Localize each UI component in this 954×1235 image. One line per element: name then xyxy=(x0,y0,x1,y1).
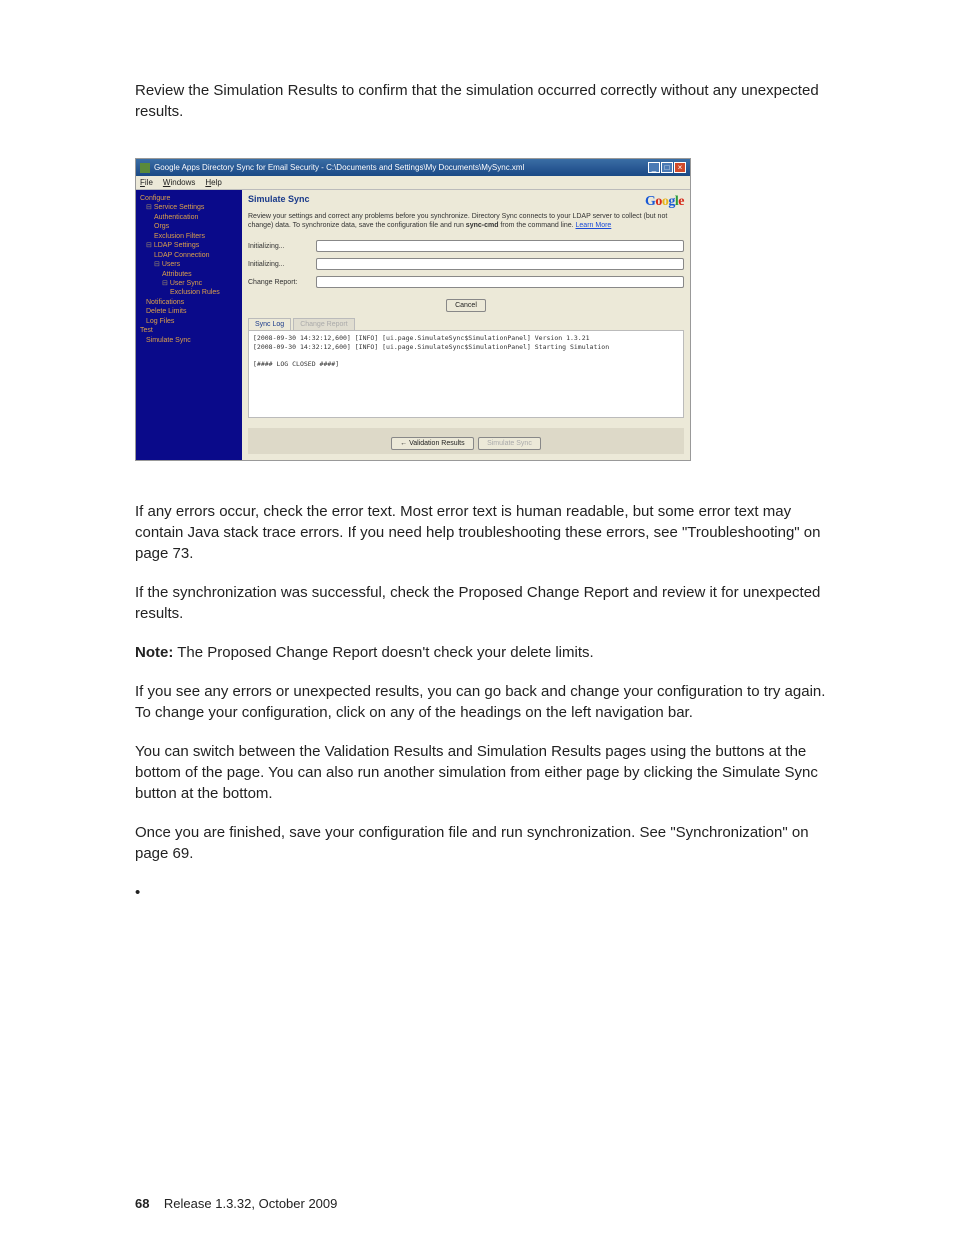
app-icon xyxy=(140,163,150,173)
progress-bar-2 xyxy=(316,258,684,270)
sidebar-tree: Configure ⊟ Service Settings Authenticat… xyxy=(136,190,242,460)
nav-attributes[interactable]: Attributes xyxy=(140,270,240,279)
tab-sync-log[interactable]: Sync Log xyxy=(248,318,291,330)
simulate-sync-button[interactable]: Simulate Sync xyxy=(478,437,541,450)
menu-windows[interactable]: Windows xyxy=(163,178,195,187)
window-title: Google Apps Directory Sync for Email Sec… xyxy=(154,163,524,172)
bullet-point: • xyxy=(135,882,834,903)
progress-bar-1 xyxy=(316,240,684,252)
titlebar: Google Apps Directory Sync for Email Sec… xyxy=(136,159,690,176)
footer: 68 Release 1.3.32, October 2009 xyxy=(135,1196,337,1211)
paragraph: If the synchronization was successful, c… xyxy=(135,582,834,624)
menu-file[interactable]: File xyxy=(140,178,153,187)
nav-notifications[interactable]: Notifications xyxy=(140,298,240,307)
panel-title: Simulate Sync xyxy=(248,194,310,204)
paragraph: You can switch between the Validation Re… xyxy=(135,741,834,804)
menu-help[interactable]: Help xyxy=(205,178,221,187)
app-screenshot: Google Apps Directory Sync for Email Sec… xyxy=(135,158,691,461)
validation-results-button[interactable]: Validation Results xyxy=(391,437,473,450)
nav-exclusion-rules[interactable]: Exclusion Rules xyxy=(140,288,240,297)
content-panel: Simulate Sync Google Review your setting… xyxy=(242,190,690,460)
nav-user-sync[interactable]: ⊟ User Sync xyxy=(140,279,240,288)
tab-change-report[interactable]: Change Report xyxy=(293,318,354,330)
nav-orgs[interactable]: Orgs xyxy=(140,222,240,231)
progress-label-3: Change Report: xyxy=(248,279,310,286)
learn-more-link[interactable]: Learn More xyxy=(576,222,612,229)
close-button[interactable]: × xyxy=(674,162,686,173)
nav-test[interactable]: Test xyxy=(140,326,240,335)
log-line: [2008-09-30 14:32:12,600] [INFO] [ui.pag… xyxy=(253,343,679,351)
nav-exclusion-filters[interactable]: Exclusion Filters xyxy=(140,232,240,241)
cancel-button[interactable]: Cancel xyxy=(446,299,486,312)
nav-delete-limits[interactable]: Delete Limits xyxy=(140,307,240,316)
nav-authentication[interactable]: Authentication xyxy=(140,213,240,222)
google-logo: Google xyxy=(645,194,684,210)
release-info: Release 1.3.32, October 2009 xyxy=(164,1196,337,1211)
maximize-button[interactable]: □ xyxy=(661,162,673,173)
log-line: [#### LOG CLOSED ####] xyxy=(253,360,679,368)
nav-ldap-connection[interactable]: LDAP Connection xyxy=(140,251,240,260)
paragraph: Once you are finished, save your configu… xyxy=(135,822,834,864)
nav-ldap-settings[interactable]: ⊟ LDAP Settings xyxy=(140,241,240,250)
panel-description: Review your settings and correct any pro… xyxy=(248,212,684,230)
progress-label-2: Initializing... xyxy=(248,261,310,268)
nav-log-files[interactable]: Log Files xyxy=(140,317,240,326)
minimize-button[interactable]: _ xyxy=(648,162,660,173)
log-output: [2008-09-30 14:32:12,600] [INFO] [ui.pag… xyxy=(248,330,684,418)
note-paragraph: Note: The Proposed Change Report doesn't… xyxy=(135,642,834,663)
nav-service-settings[interactable]: ⊟ Service Settings xyxy=(140,203,240,212)
log-line: [2008-09-30 14:32:12,600] [INFO] [ui.pag… xyxy=(253,334,679,342)
nav-simulate-sync[interactable]: Simulate Sync xyxy=(140,336,240,345)
nav-users[interactable]: ⊟ Users xyxy=(140,260,240,269)
menubar: File Windows Help xyxy=(136,176,690,190)
page-number: 68 xyxy=(135,1196,149,1211)
paragraph: If you see any errors or unexpected resu… xyxy=(135,681,834,723)
paragraph: If any errors occur, check the error tex… xyxy=(135,501,834,564)
intro-paragraph: Review the Simulation Results to confirm… xyxy=(135,80,834,122)
nav-configure[interactable]: Configure xyxy=(140,194,240,203)
progress-label-1: Initializing... xyxy=(248,243,310,250)
progress-bar-3 xyxy=(316,276,684,288)
